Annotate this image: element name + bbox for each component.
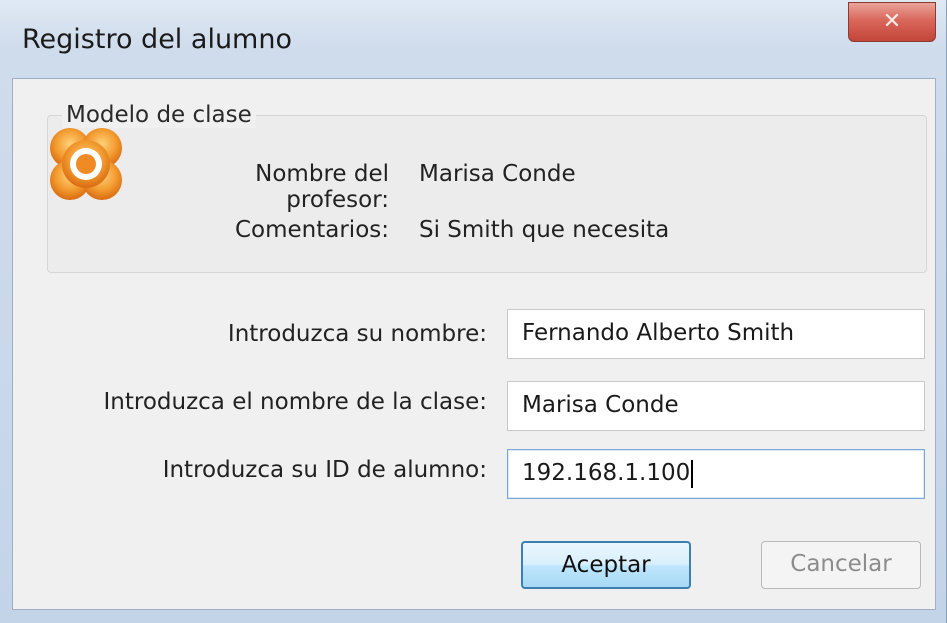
accept-button[interactable]: Aceptar: [521, 541, 691, 589]
class-name-input[interactable]: Marisa Conde: [507, 381, 925, 431]
close-icon: ✕: [882, 9, 902, 34]
window-title: Registro del alumno: [22, 24, 292, 55]
class-name-input-value: Marisa Conde: [522, 392, 679, 418]
teacher-name-value: Marisa Conde: [419, 161, 576, 187]
app-logo-icon: [50, 128, 122, 200]
student-id-input-value: 192.168.1.100: [522, 460, 691, 486]
name-field-label: Introduzca su nombre:: [227, 321, 487, 347]
student-id-field-label: Introduzca su ID de alumno:: [162, 457, 487, 483]
name-input-value: Fernando Alberto Smith: [522, 320, 795, 346]
class-field-label: Introduzca el nombre de la clase:: [103, 389, 488, 415]
title-bar[interactable]: Registro del alumno ✕: [0, 0, 947, 80]
student-id-input[interactable]: 192.168.1.100: [507, 449, 925, 499]
cancel-button[interactable]: Cancelar: [761, 541, 921, 589]
dialog-window: Registro del alumno ✕ Modelo de clase No…: [0, 0, 947, 623]
dialog-content: Modelo de clase Nombre del profesor: Mar…: [12, 78, 936, 610]
comments-label: Comentarios:: [234, 217, 389, 243]
teacher-name-label: Nombre del profesor:: [255, 161, 389, 213]
text-caret: [691, 459, 694, 488]
close-button[interactable]: ✕: [848, 2, 936, 42]
name-input[interactable]: Fernando Alberto Smith: [507, 309, 925, 359]
comments-value: Si Smith que necesita: [419, 217, 670, 243]
